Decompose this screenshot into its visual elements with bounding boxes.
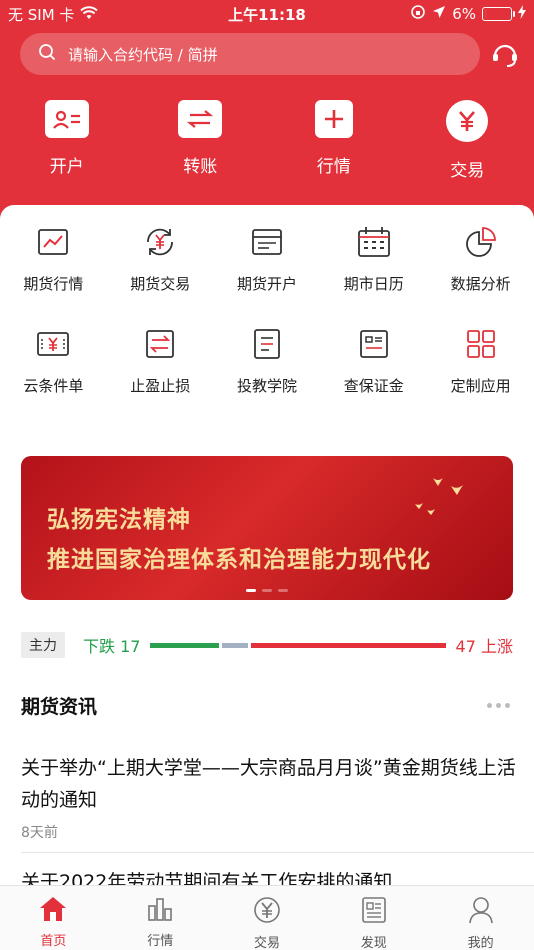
apps-grid-icon xyxy=(464,327,498,361)
document-icon xyxy=(357,327,391,361)
news-item[interactable]: 关于举办“上期大学堂——大宗商品月月谈”黄金期货线上活动的通知 8天前 xyxy=(21,752,521,842)
grid-market-calendar[interactable]: 期市日历 xyxy=(320,225,427,327)
news-title: 关于举办“上期大学堂——大宗商品月月谈”黄金期货线上活动的通知 xyxy=(21,757,516,811)
quick-transfer-label: 转账 xyxy=(183,157,218,177)
calendar-icon xyxy=(357,225,391,259)
search-input[interactable]: 请输入合约代码 / 简拼 xyxy=(20,33,480,75)
doves-decoration xyxy=(413,474,473,528)
card-icon xyxy=(250,225,284,259)
tab-mine-label: 我的 xyxy=(467,936,494,950)
yen-refresh-icon xyxy=(143,225,177,259)
tab-discover-label: 发现 xyxy=(360,936,387,950)
tab-quotes-label: 行情 xyxy=(147,934,174,949)
grid-check-margin[interactable]: 查保证金 xyxy=(320,327,427,429)
grid-market-calendar-label: 期市日历 xyxy=(343,275,404,293)
banner-dot[interactable] xyxy=(278,589,288,592)
function-grid: 期货行情 期货交易 期货开户 期市日历 数据分析 云条件单 止盈止损 投教学院 … xyxy=(0,205,534,420)
market-breadth[interactable]: 主力 下跌 17 47 上涨 xyxy=(21,632,513,658)
grid-futures-trade-label: 期货交易 xyxy=(130,275,191,293)
promo-banner[interactable]: 弘扬宪法精神 推进国家治理体系和治理能力现代化 xyxy=(21,456,513,600)
tab-home-label: 首页 xyxy=(40,934,67,949)
breadth-bar-flat xyxy=(221,642,249,648)
grid-futures-account-label: 期货开户 xyxy=(236,275,297,293)
home-icon xyxy=(39,896,67,926)
banner-pagination[interactable] xyxy=(21,589,513,592)
grid-stop-loss[interactable]: 止盈止损 xyxy=(107,327,214,429)
newspaper-icon xyxy=(361,896,387,928)
grid-data-analysis-label: 数据分析 xyxy=(450,275,511,293)
tab-trade-label: 交易 xyxy=(253,936,280,950)
banner-line2: 推进国家治理体系和治理能力现代化 xyxy=(47,547,431,573)
grid-investor-academy-label: 投教学院 xyxy=(236,377,297,395)
grid-custom-apps[interactable]: 定制应用 xyxy=(427,327,534,429)
news-divider xyxy=(21,852,534,853)
grid-investor-academy[interactable]: 投教学院 xyxy=(214,327,321,429)
bar-chart-icon xyxy=(147,896,173,926)
battery-icon xyxy=(482,7,515,21)
bill-icon xyxy=(36,327,70,361)
tab-home[interactable]: 首页 xyxy=(0,886,107,950)
location-icon xyxy=(432,5,446,23)
tab-trade[interactable]: 交易 xyxy=(214,886,321,950)
yen-circle-icon xyxy=(253,896,281,928)
news-section-title: 期货资讯 xyxy=(21,696,98,718)
breadth-bar xyxy=(150,642,446,648)
down-count-label: 下跌 17 xyxy=(83,637,141,656)
grid-check-margin-label: 查保证金 xyxy=(343,377,404,395)
banner-dot[interactable] xyxy=(246,589,256,592)
breadth-bar-down xyxy=(150,642,219,648)
grid-stop-loss-label: 止盈止损 xyxy=(130,377,191,395)
id-card-icon xyxy=(44,100,89,138)
search-placeholder: 请输入合约代码 / 简拼 xyxy=(68,45,218,64)
tab-discover[interactable]: 发现 xyxy=(320,886,427,950)
exchange-icon xyxy=(143,327,177,361)
grid-data-analysis[interactable]: 数据分析 xyxy=(427,225,534,327)
quick-quotes-label: 行情 xyxy=(316,157,351,177)
quick-actions: 开户 转账 行情 交易 xyxy=(0,100,534,190)
grid-cloud-order-label: 云条件单 xyxy=(23,377,84,395)
plus-icon xyxy=(314,100,353,138)
quick-open-account[interactable]: 开户 xyxy=(0,100,134,190)
orientation-lock-icon xyxy=(410,4,426,24)
news-time: 8天前 xyxy=(21,825,58,841)
grid-futures-trade[interactable]: 期货交易 xyxy=(107,225,214,327)
quick-open-account-label: 开户 xyxy=(49,157,84,177)
quick-trade[interactable]: 交易 xyxy=(401,100,534,190)
grid-futures-quotes[interactable]: 期货行情 xyxy=(0,225,107,327)
line-chart-icon xyxy=(36,225,70,259)
up-count-label: 47 上涨 xyxy=(455,637,513,656)
search-icon xyxy=(38,43,56,65)
bottom-tab-bar: 首页 行情 交易 发现 我的 xyxy=(0,885,534,950)
pie-chart-icon xyxy=(464,225,498,259)
user-icon xyxy=(468,896,494,928)
main-contract-tag: 主力 xyxy=(21,632,65,658)
tab-mine[interactable]: 我的 xyxy=(427,886,534,950)
quick-trade-label: 交易 xyxy=(450,161,485,181)
transfer-icon xyxy=(178,100,223,138)
breadth-bar-up xyxy=(251,642,446,648)
yen-icon xyxy=(446,100,489,142)
more-icon[interactable] xyxy=(487,703,510,708)
charging-icon xyxy=(518,5,526,23)
quick-transfer[interactable]: 转账 xyxy=(134,100,268,190)
banner-dot[interactable] xyxy=(262,589,272,592)
grid-futures-account[interactable]: 期货开户 xyxy=(214,225,321,327)
status-bar: 无 SIM 卡 上午11:18 6% xyxy=(0,0,534,28)
tab-quotes[interactable]: 行情 xyxy=(107,886,214,950)
banner-line1: 弘扬宪法精神 xyxy=(47,507,191,533)
book-icon xyxy=(250,327,284,361)
grid-cloud-order[interactable]: 云条件单 xyxy=(0,327,107,429)
customer-service-icon[interactable] xyxy=(488,38,522,72)
battery-percent: 6% xyxy=(452,5,476,23)
quick-quotes[interactable]: 行情 xyxy=(267,100,401,190)
grid-futures-quotes-label: 期货行情 xyxy=(23,275,84,293)
grid-custom-apps-label: 定制应用 xyxy=(450,377,511,395)
